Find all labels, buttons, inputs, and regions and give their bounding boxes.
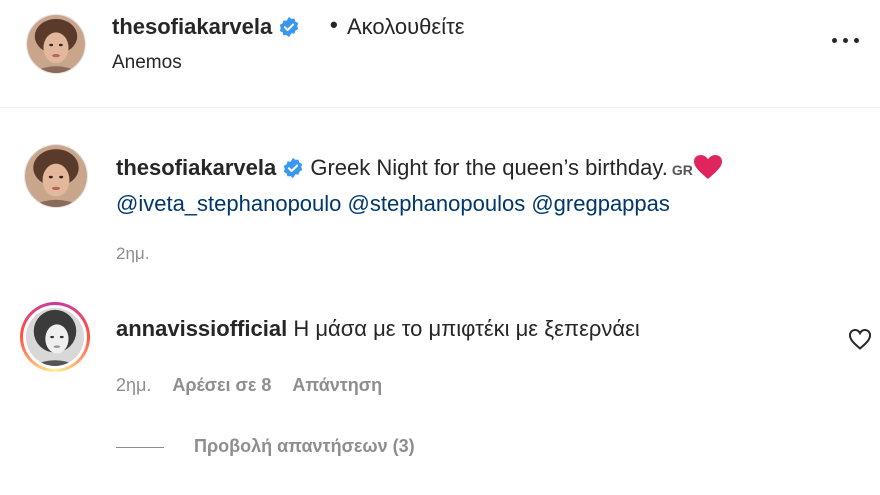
commenter-username[interactable]: annavissiofficial (116, 316, 287, 341)
caption-author-avatar[interactable] (24, 144, 88, 208)
comment-timestamp[interactable]: 2ημ. (116, 375, 151, 395)
mention-link[interactable]: @gregpappas (531, 191, 670, 216)
author-avatar[interactable] (26, 14, 86, 74)
commenter-avatar-frame (23, 305, 87, 369)
red-heart-icon (693, 154, 723, 180)
author-username-text[interactable]: thesofiakarvela (112, 14, 272, 39)
commenter-avatar (26, 308, 84, 366)
caption-body: Greek Night for the queen’s birthday. (310, 155, 668, 180)
caption-timestamp[interactable]: 2ημ. (116, 244, 149, 264)
mention-link[interactable]: @stephanopoulos (348, 191, 526, 216)
author-username[interactable]: thesofiakarvela (112, 14, 300, 40)
heart-outline-icon[interactable] (848, 328, 872, 350)
separator-dot: • (330, 12, 338, 37)
mention-link[interactable]: @iveta_stephanopoulo (116, 191, 341, 216)
comment-likes-count[interactable]: Αρέσει σε 8 (172, 375, 271, 395)
caption-username[interactable]: thesofiakarvela (116, 155, 276, 180)
comment-meta: 2ημ. Αρέσει σε 8 Απάντηση (116, 375, 398, 396)
reply-button[interactable]: Απάντηση (292, 375, 382, 395)
comment-text-block: annavissiofficial Η μάσα με το μπιφτέκι … (116, 316, 640, 342)
commenter-avatar-story-ring[interactable] (20, 302, 90, 372)
location-link[interactable]: Anemos (112, 52, 182, 74)
comment-body: Η μάσα με το μπιφτέκι με ξεπερνάει (293, 316, 640, 341)
commenter-avatar-image (26, 308, 84, 366)
flag-gr-emoji: GR (671, 162, 693, 178)
verified-badge-icon (278, 16, 300, 38)
post-header: thesofiakarvela • Ακολουθείτε Anemos (0, 0, 880, 108)
author-avatar-image (27, 15, 85, 73)
replies-divider-line (116, 446, 164, 448)
view-replies-button[interactable]: Προβολή απαντήσεων (3) (116, 436, 415, 457)
caption-text-block: thesofiakarvela Greek Night for the quee… (116, 151, 836, 220)
caption-avatar-image (25, 145, 87, 207)
verified-badge-icon (282, 157, 304, 179)
more-options-icon[interactable] (830, 30, 862, 50)
view-replies-label: Προβολή απαντήσεων (3) (194, 436, 415, 456)
following-button[interactable]: Ακολουθείτε (347, 14, 465, 40)
